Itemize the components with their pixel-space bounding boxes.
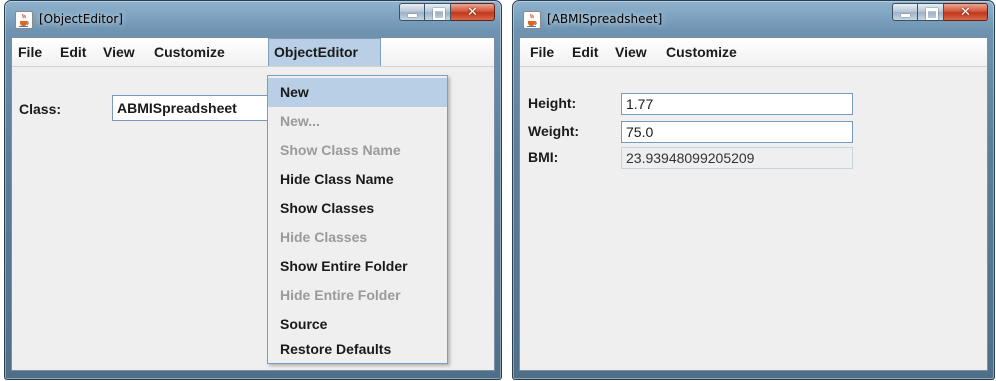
menu-item-new[interactable]: New (268, 78, 447, 107)
close-icon: ✕ (467, 5, 478, 20)
close-button[interactable]: ✕ (944, 3, 988, 21)
weight-field[interactable]: 75.0 (621, 121, 853, 143)
menu-file[interactable]: File (13, 38, 47, 66)
bmi-label: BMI: (528, 149, 559, 165)
close-button[interactable]: ✕ (451, 3, 495, 21)
window-title: [ObjectEditor] (39, 12, 123, 26)
menu-item-show-classes[interactable]: Show Classes (268, 194, 447, 223)
minimize-icon (408, 14, 417, 17)
caption-buttons: ✕ (399, 3, 495, 23)
menu-view[interactable]: View (610, 38, 652, 66)
maximize-button[interactable] (425, 3, 451, 21)
java-cup-icon[interactable] (523, 11, 541, 29)
menu-item-hide-class-name[interactable]: Hide Class Name (268, 165, 447, 194)
height-field[interactable]: 1.77 (621, 93, 853, 115)
minimize-icon (901, 14, 910, 17)
menu-item-hide-entire-folder[interactable]: Hide Entire Folder (268, 281, 447, 310)
menu-file[interactable]: File (525, 38, 559, 66)
caption-buttons: ✕ (892, 3, 988, 23)
objecteditor-dropdown-menu: New New... Show Class Name Hide Class Na… (267, 75, 448, 364)
title-bar[interactable]: [ABMISpreadsheet] ✕ (513, 1, 994, 37)
menu-item-show-entire-folder[interactable]: Show Entire Folder (268, 252, 447, 281)
menu-objecteditor[interactable]: ObjectEditor (268, 38, 381, 66)
menu-item-hide-classes[interactable]: Hide Classes (268, 223, 447, 252)
maximize-button[interactable] (918, 3, 944, 21)
bmi-field: 23.93948099205209 (621, 147, 853, 169)
abmi-spreadsheet-window: [ABMISpreadsheet] ✕ File Edit View Custo… (512, 0, 995, 380)
minimize-button[interactable] (399, 3, 425, 21)
menu-item-restore-defaults[interactable]: Restore Defaults (268, 335, 447, 364)
weight-label: Weight: (528, 123, 580, 139)
minimize-button[interactable] (892, 3, 918, 21)
menu-edit[interactable]: Edit (55, 38, 91, 66)
class-label: Class: (19, 101, 62, 117)
maximize-icon (926, 8, 938, 20)
menu-item-new-ellipsis[interactable]: New... (268, 107, 447, 136)
object-editor-window: [ObjectEditor] ✕ File Edit View Customiz… (4, 0, 502, 380)
menu-edit[interactable]: Edit (567, 38, 603, 66)
maximize-icon (433, 8, 445, 20)
menu-customize[interactable]: Customize (149, 38, 230, 66)
menu-item-show-class-name[interactable]: Show Class Name (268, 136, 447, 165)
menu-view[interactable]: View (98, 38, 140, 66)
menu-customize[interactable]: Customize (661, 38, 742, 66)
class-field[interactable]: ABMISpreadsheet (112, 95, 272, 121)
window-client-area: File Edit View Customize Height: 1.77 We… (519, 37, 988, 371)
menu-bar: File Edit View Customize (520, 38, 987, 67)
close-icon: ✕ (960, 5, 971, 20)
java-cup-icon[interactable] (15, 11, 33, 29)
window-title: [ABMISpreadsheet] (547, 12, 663, 26)
title-bar[interactable]: [ObjectEditor] ✕ (5, 1, 501, 37)
menu-bar: File Edit View Customize ObjectEditor (12, 38, 494, 67)
height-label: Height: (528, 95, 577, 111)
